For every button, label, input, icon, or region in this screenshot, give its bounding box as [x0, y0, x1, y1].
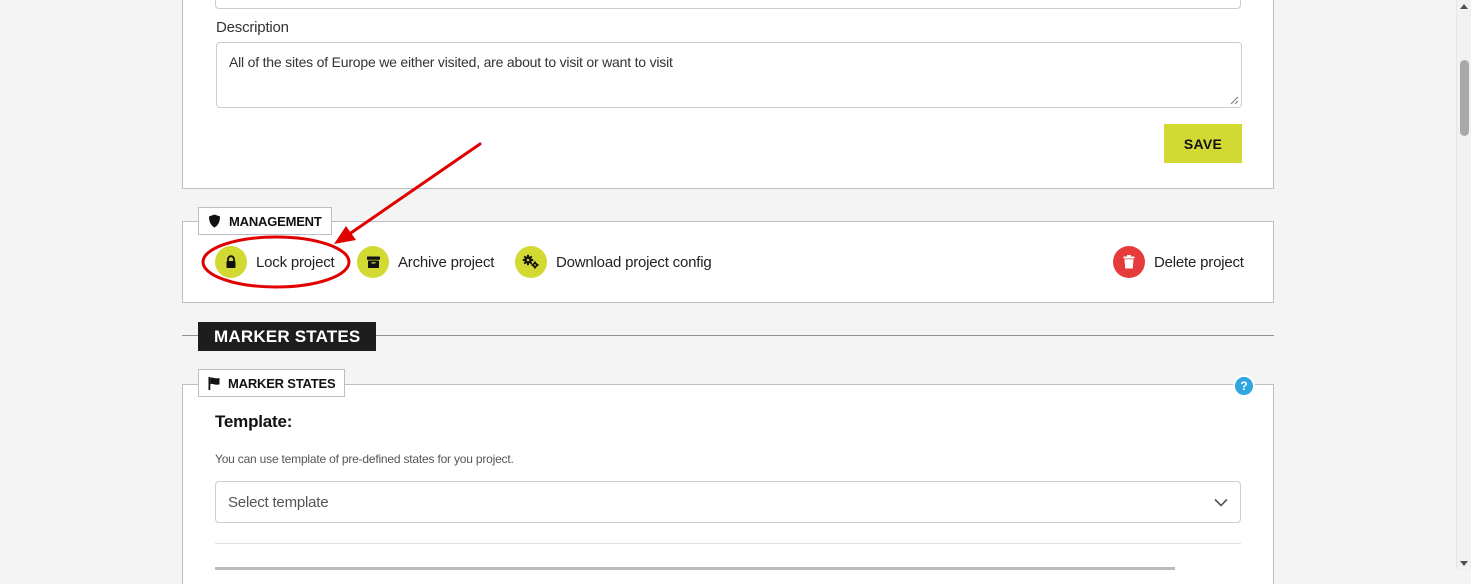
description-text: All of the sites of Europe we either vis… [229, 54, 673, 70]
download-project-config-action[interactable]: Download project config [515, 246, 712, 278]
help-icon[interactable]: ? [1235, 377, 1253, 395]
download-project-config-label: Download project config [556, 253, 712, 271]
marker-states-legend-label: MARKER STATES [228, 375, 336, 391]
lock-project-action[interactable]: Lock project [215, 246, 335, 278]
management-legend-label: MANAGEMENT [229, 213, 322, 229]
archive-project-label: Archive project [398, 253, 495, 271]
marker-states-legend: MARKER STATES [198, 369, 346, 397]
template-divider [215, 543, 1241, 544]
template-label: Template: [215, 412, 293, 431]
archive-box-icon [357, 246, 389, 278]
description-textarea[interactable]: All of the sites of Europe we either vis… [216, 42, 1242, 108]
delete-project-label: Delete project [1154, 253, 1244, 271]
management-legend: MANAGEMENT [198, 207, 332, 235]
project-details-card: Description All of the sites of Europe w… [182, 0, 1274, 189]
marker-states-section-title: MARKER STATES [198, 322, 377, 351]
chevron-down-icon [1214, 498, 1228, 507]
gears-icon [515, 246, 547, 278]
management-card [182, 221, 1274, 303]
template-select-placeholder: Select template [228, 493, 329, 511]
description-label: Description [216, 19, 289, 36]
scroll-up-icon[interactable] [1460, 4, 1468, 9]
scrollbar-thumb[interactable] [1460, 60, 1469, 136]
shield-icon [209, 214, 220, 228]
template-select[interactable]: Select template [215, 481, 1241, 523]
cut-off-text-line [215, 563, 1175, 570]
save-button[interactable]: SAVE [1164, 124, 1242, 163]
lock-icon [215, 246, 247, 278]
previous-input-field[interactable] [215, 0, 1241, 9]
scroll-down-icon[interactable] [1460, 561, 1468, 566]
template-hint: You can use template of pre-defined stat… [215, 452, 514, 466]
flag-icon [208, 376, 220, 390]
archive-project-action[interactable]: Archive project [357, 246, 494, 278]
trash-icon [1113, 246, 1145, 278]
lock-project-label: Lock project [256, 253, 335, 271]
delete-project-action[interactable]: Delete project [1113, 246, 1244, 278]
page-scrollbar[interactable] [1456, 0, 1471, 570]
resize-grip-icon[interactable] [1230, 96, 1239, 105]
